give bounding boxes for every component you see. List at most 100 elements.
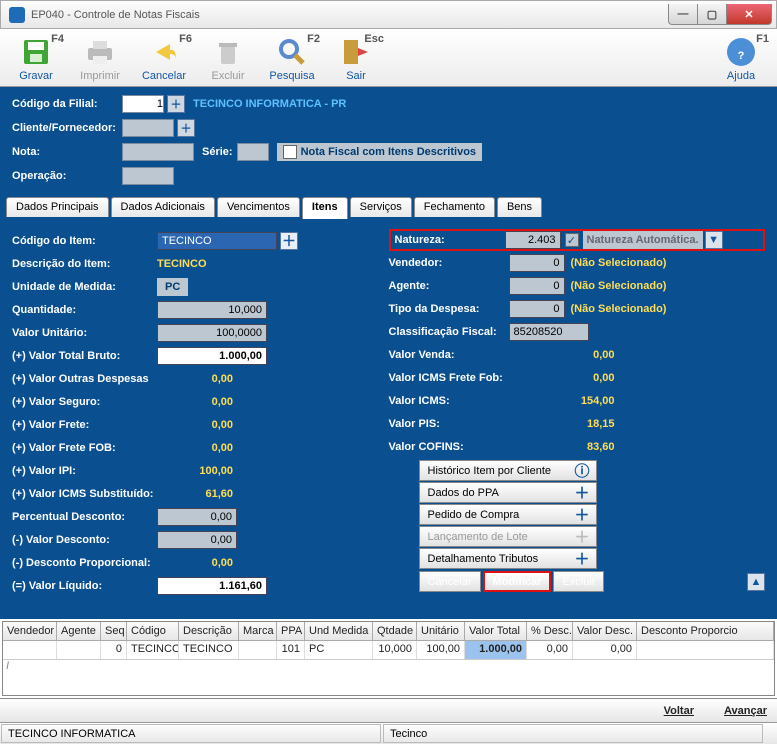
grid-header[interactable]: Vendedor — [3, 622, 57, 640]
nota-label: Nota: — [12, 146, 56, 158]
grid-header[interactable]: Seq — [101, 622, 127, 640]
serie-label: Série: — [202, 146, 233, 158]
grid-header[interactable]: % Desc. — [527, 622, 573, 640]
pis-label: Valor PIS: — [389, 418, 539, 430]
grid-header[interactable]: Valor Desc. — [573, 622, 637, 640]
natureza-input[interactable] — [505, 231, 561, 249]
cofins-label: Valor COFINS: — [389, 441, 539, 453]
tab-dados-principais[interactable]: Dados Principais — [6, 197, 109, 217]
descritivos-checkbox[interactable] — [283, 145, 297, 159]
close-button[interactable]: ✕ — [726, 4, 772, 25]
codigo-item-lookup[interactable]: ＋ — [280, 232, 298, 250]
icms-sub-label: (+) Valor ICMS Substituído: — [12, 488, 157, 500]
codigo-item-label: Código do Item: — [12, 235, 157, 247]
gravar-button[interactable]: F4 Gravar — [4, 31, 68, 84]
grid-header[interactable]: Unitário — [417, 622, 465, 640]
item-excluir-button[interactable]: Excluir — [553, 571, 604, 592]
frete-fob-label: (+) Valor Frete FOB: — [12, 442, 157, 454]
cliente-label: Cliente/Fornecedor: — [12, 122, 122, 134]
quantidade-input[interactable] — [157, 301, 267, 319]
tab-itens[interactable]: Itens — [302, 197, 348, 219]
class-fiscal-label: Classificação Fiscal: — [389, 326, 509, 338]
search-icon — [275, 35, 309, 69]
grid-header[interactable]: Descrição — [179, 622, 239, 640]
operacao-label: Operação: — [12, 170, 122, 182]
grid-header[interactable]: Desconto Proporcio — [637, 622, 774, 640]
liquido-label: (=) Valor Líquido: — [12, 580, 157, 592]
natureza-auto-checkbox[interactable]: ✓ — [565, 233, 579, 247]
filial-nome: TECINCO INFORMATICA - PR — [193, 98, 346, 110]
scroll-up-button[interactable]: ▲ — [747, 573, 765, 591]
historico-button[interactable]: Histórico Item por Clienteⓘ — [419, 460, 597, 481]
tipo-despesa-input[interactable] — [509, 300, 565, 318]
pesquisa-button[interactable]: F2 Pesquisa — [260, 31, 324, 84]
serie-input[interactable] — [237, 143, 269, 161]
window-title: EP040 - Controle de Notas Fiscais — [31, 9, 669, 21]
vendedor-desc: (Não Selecionado) — [571, 257, 667, 269]
operacao-input[interactable] — [122, 167, 174, 185]
item-cancelar-button[interactable]: Cancelar — [419, 571, 481, 592]
cliente-input[interactable] — [122, 119, 174, 137]
filial-lookup-button[interactable]: ＋ — [167, 95, 185, 113]
quantidade-label: Quantidade: — [12, 304, 157, 316]
val-desc-label: (-) Valor Desconto: — [12, 534, 157, 546]
liquido-input[interactable] — [157, 577, 267, 595]
maximize-button[interactable]: ▢ — [697, 4, 727, 25]
table-row[interactable]: 0 TECINCO TECINCO 101 PC 10,000 100,00 1… — [3, 641, 774, 659]
agente-input[interactable] — [509, 277, 565, 295]
grid-header[interactable]: Valor Total — [465, 622, 527, 640]
excluir-button[interactable]: Excluir — [196, 31, 260, 84]
grid-header[interactable]: Und Medida — [305, 622, 373, 640]
nota-input[interactable] — [122, 143, 194, 161]
tab-fechamento[interactable]: Fechamento — [414, 197, 495, 217]
icms-fob-label: Valor ICMS Frete Fob: — [389, 372, 539, 384]
grid-header[interactable]: Qtdade — [373, 622, 417, 640]
grid-header[interactable]: Agente — [57, 622, 101, 640]
codigo-item-input[interactable] — [157, 232, 277, 250]
cancelar-button[interactable]: F6 Cancelar — [132, 31, 196, 84]
tipo-despesa-desc: (Não Selecionado) — [571, 303, 667, 315]
tab-vencimentos[interactable]: Vencimentos — [217, 197, 300, 217]
agente-label: Agente: — [389, 280, 509, 292]
tab-bens[interactable]: Bens — [497, 197, 542, 217]
grid-header[interactable]: PPA — [277, 622, 305, 640]
perc-desc-input[interactable] — [157, 508, 237, 526]
ppa-button[interactable]: Dados do PPA＋ — [419, 482, 597, 503]
save-icon — [19, 35, 53, 69]
class-fiscal-input[interactable] — [509, 323, 589, 341]
valor-unitario-input[interactable] — [157, 324, 267, 342]
tab-dados-adicionais[interactable]: Dados Adicionais — [111, 197, 215, 217]
valor-unitario-label: Valor Unitário: — [12, 327, 157, 339]
perc-desc-label: Percentual Desconto: — [12, 511, 157, 523]
vendedor-input[interactable] — [509, 254, 565, 272]
window-titlebar: EP040 - Controle de Notas Fiscais — ▢ ✕ — [0, 0, 777, 29]
voltar-button[interactable]: Voltar — [664, 705, 694, 717]
grid-insert-row[interactable]: I — [3, 659, 774, 677]
vendedor-label: Vendedor: — [389, 257, 509, 269]
codigo-filial-input[interactable] — [122, 95, 164, 113]
app-icon — [9, 7, 25, 23]
ajuda-button[interactable]: F1 ? Ajuda — [709, 31, 773, 84]
cliente-lookup-button[interactable]: ＋ — [177, 119, 195, 137]
plus-icon: ＋ — [574, 548, 589, 569]
itens-panel: Código do Item: ＋ Descrição do Item: TEC… — [0, 219, 777, 619]
grid-header[interactable]: Marca — [239, 622, 277, 640]
descritivos-checkbox-row[interactable]: Nota Fiscal com Itens Descritivos — [277, 143, 482, 161]
avancar-button[interactable]: Avançar — [724, 705, 767, 717]
natureza-dropdown-button[interactable]: ▼ — [705, 231, 723, 249]
val-desc-input[interactable] — [157, 531, 237, 549]
plus-icon: ＋ — [574, 504, 589, 525]
pedido-button[interactable]: Pedido de Compra＋ — [419, 504, 597, 525]
sair-button[interactable]: Esc Sair — [324, 31, 388, 84]
frete-fob-value: 0,00 — [157, 442, 237, 454]
imprimir-button[interactable]: Imprimir — [68, 31, 132, 84]
tab-servicos[interactable]: Serviços — [350, 197, 412, 217]
item-modificar-button[interactable]: Modificar — [483, 571, 552, 592]
info-icon: ⓘ — [574, 460, 589, 481]
grid-header[interactable]: Código — [127, 622, 179, 640]
minimize-button[interactable]: — — [668, 4, 698, 25]
icms-fob-value: 0,00 — [539, 372, 619, 384]
tributos-button[interactable]: Detalhamento Tributos＋ — [419, 548, 597, 569]
back-arrow-icon — [147, 35, 181, 69]
total-bruto-input[interactable] — [157, 347, 267, 365]
